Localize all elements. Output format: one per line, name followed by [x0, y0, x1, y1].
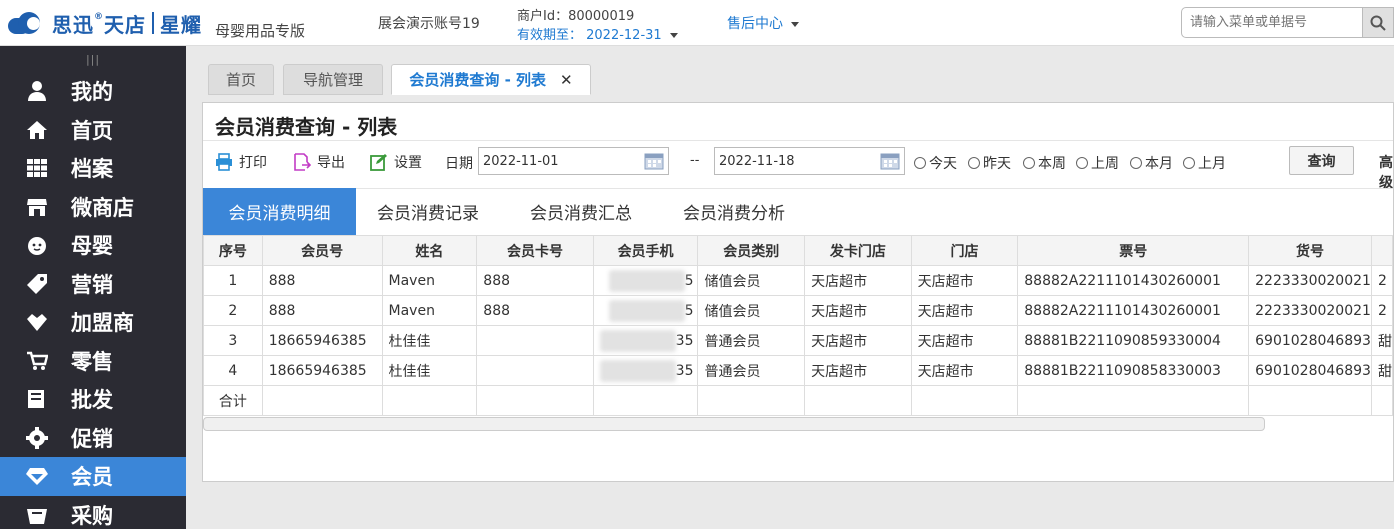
sidebar-item-marketing[interactable]: 营销: [0, 265, 186, 304]
expiry-dropdown[interactable]: 有效期至： 2022-12-31: [517, 24, 678, 43]
table-row[interactable]: 2 888 Maven 888 5 储值会员 天店超市 天店超市 88882A2…: [203, 295, 1394, 326]
baby-icon: [24, 232, 50, 258]
export-icon: [293, 153, 311, 171]
sidebar-item-promotion[interactable]: 促销: [0, 419, 186, 458]
cart-icon: [24, 348, 50, 374]
table-row[interactable]: 3 18665946385 杜佳佳 35 普通会员 天店超市 天店超市 8888…: [203, 325, 1394, 356]
edition-label: 母婴用品专版: [215, 22, 306, 40]
table-row[interactable]: 1 888 Maven 888 5 储值会员 天店超市 天店超市 88882A2…: [203, 265, 1394, 296]
subtab-consumption-summary[interactable]: 会员消费汇总: [516, 188, 646, 235]
col-header-no[interactable]: 序号: [203, 235, 263, 266]
sidebar-item-archive[interactable]: 档案: [0, 149, 186, 188]
sidebar-item-wholesale[interactable]: 批发: [0, 380, 186, 419]
table-row[interactable]: 4 18665946385 杜佳佳 35 普通会员 天店超市 天店超市 8888…: [203, 355, 1394, 386]
tab-navigation[interactable]: 导航管理: [283, 64, 383, 95]
top-header: 思迅 ® 天店 星耀 母婴用品专版 展会演示账号19 商户Id：80000019…: [0, 0, 1394, 46]
calendar-icon[interactable]: [880, 152, 900, 170]
merchant-id: 商户Id：80000019: [517, 9, 635, 24]
gear-icon: [24, 425, 50, 451]
chevron-down-icon: [669, 33, 678, 38]
basket-icon: [24, 502, 50, 528]
sidebar-item-member[interactable]: 会员: [0, 457, 186, 496]
grid-icon: [24, 155, 50, 181]
sidebar-item-mine[interactable]: 我的: [0, 72, 186, 111]
col-header-store[interactable]: 门店: [910, 235, 1019, 266]
col-header-member-no[interactable]: 会员号: [261, 235, 383, 266]
masked-phone: 35: [592, 355, 699, 386]
col-header-phone[interactable]: 会员手机: [592, 235, 699, 266]
range-yesterday-radio[interactable]: 昨天: [968, 153, 1011, 173]
range-this-month-radio[interactable]: 本月: [1130, 153, 1173, 173]
menu-search-input[interactable]: [1181, 7, 1363, 38]
col-header-issue-store[interactable]: 发卡门店: [804, 235, 912, 266]
query-button[interactable]: 查询: [1289, 146, 1354, 175]
app-logo[interactable]: 思迅 ® 天店 星耀: [8, 10, 202, 37]
chevron-down-icon: [791, 21, 799, 27]
subtab-consumption-record[interactable]: 会员消费记录: [363, 188, 493, 235]
masked-phone: 5: [592, 265, 699, 296]
range-today-radio[interactable]: 今天: [914, 153, 957, 173]
sidebar-item-microshop[interactable]: 微商店: [0, 188, 186, 227]
search-button[interactable]: [1362, 7, 1394, 38]
col-header-ticket[interactable]: 票号: [1017, 235, 1250, 266]
tab-member-consumption[interactable]: 会员消费查询 - 列表 ✕: [391, 64, 591, 95]
sidebar-item-home[interactable]: 首页: [0, 111, 186, 150]
date-range-separator: --: [690, 153, 700, 168]
total-label: 合计: [203, 385, 263, 416]
date-label: 日期: [445, 156, 473, 172]
tab-home[interactable]: 首页: [208, 64, 274, 95]
subtab-consumption-analysis[interactable]: 会员消费分析: [669, 188, 799, 235]
advanced-search-button[interactable]: 高级: [1379, 152, 1393, 192]
page-title: 会员消费查询 - 列表: [215, 115, 398, 139]
edit-icon: [370, 153, 388, 171]
printer-icon: [215, 153, 233, 171]
tag-icon: [24, 271, 50, 297]
masked-phone: 35: [592, 325, 699, 356]
col-header-category[interactable]: 会员类别: [697, 235, 806, 266]
logo-sub: 星耀: [160, 12, 202, 37]
diamond-icon: [24, 463, 50, 489]
horizontal-scrollbar[interactable]: [203, 417, 1265, 431]
col-header-card-no[interactable]: 会员卡号: [476, 235, 594, 266]
date-to-input[interactable]: 2022-11-18: [714, 147, 905, 175]
logo-product: 天店: [104, 12, 146, 37]
range-last-week-radio[interactable]: 上周: [1076, 153, 1119, 173]
table-header-row: 序号 会员号 姓名 会员卡号 会员手机 会员类别 发卡门店 门店 票号 货号: [203, 235, 1394, 266]
home-icon: [24, 117, 50, 143]
user-icon: [24, 78, 50, 104]
box-icon: [24, 386, 50, 412]
export-button[interactable]: 导出: [293, 152, 345, 172]
sidebar-item-purchase[interactable]: 采购: [0, 496, 186, 529]
subtab-consumption-detail[interactable]: 会员消费明细: [203, 188, 356, 235]
sidebar-item-franchise[interactable]: 加盟商: [0, 303, 186, 342]
print-button[interactable]: 打印: [215, 152, 267, 172]
sidebar-item-baby[interactable]: 母婴: [0, 226, 186, 265]
account-name: 展会演示账号19: [378, 16, 480, 32]
date-from-input[interactable]: 2022-11-01: [478, 147, 669, 175]
col-header-name[interactable]: 姓名: [381, 235, 478, 266]
calendar-icon[interactable]: [644, 152, 664, 170]
settings-button[interactable]: 设置: [370, 152, 422, 172]
table-total-row: 合计: [203, 385, 1394, 416]
masked-phone: 5: [592, 295, 699, 326]
content-panel: 会员消费查询 - 列表 打印 导出 设置 日期 2022-11-01 -- 20…: [202, 102, 1394, 482]
shop-icon: [24, 194, 50, 220]
range-last-month-radio[interactable]: 上月: [1183, 153, 1226, 173]
consumption-table: 序号 会员号 姓名 会员卡号 会员手机 会员类别 发卡门店 门店 票号 货号 1…: [203, 235, 1394, 416]
service-center-dropdown[interactable]: 售后中心: [727, 13, 799, 33]
search-icon: [1370, 15, 1386, 31]
handshake-icon: [24, 309, 50, 335]
col-header-extra[interactable]: [1370, 235, 1394, 266]
sidebar-item-retail[interactable]: 零售: [0, 342, 186, 381]
sidebar: ||| 我的 首页 档案 微商店 母婴 营销 加盟商 零售 批发 促销 会员 采…: [0, 46, 186, 529]
cloud-logo-icon: [8, 12, 46, 34]
col-header-sku[interactable]: 货号: [1248, 235, 1372, 266]
close-icon[interactable]: ✕: [560, 71, 573, 89]
sidebar-collapse-handle[interactable]: |||: [0, 46, 186, 72]
logo-brand: 思迅: [52, 12, 94, 37]
range-this-week-radio[interactable]: 本周: [1023, 153, 1066, 173]
